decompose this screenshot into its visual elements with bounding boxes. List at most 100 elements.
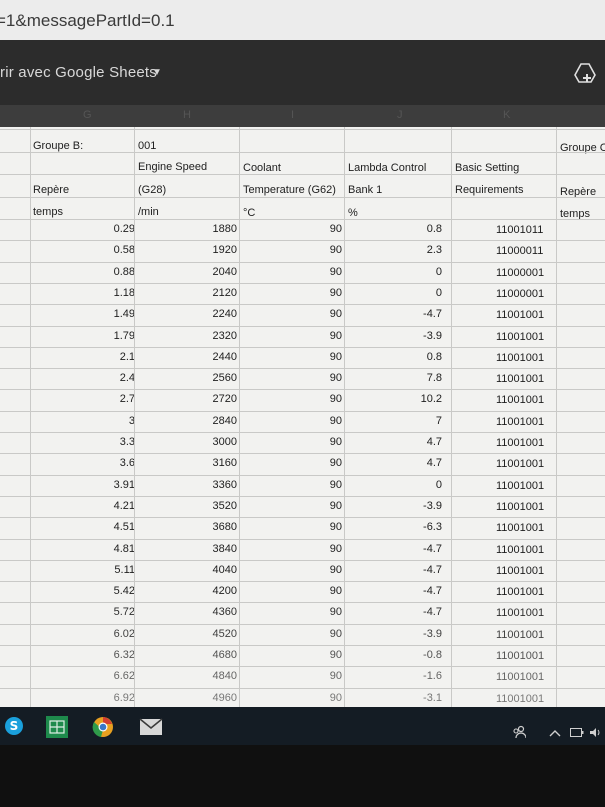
column-letter: G bbox=[83, 109, 92, 121]
column-letter: J bbox=[397, 109, 403, 121]
coolant-temp-cell: 90 bbox=[329, 350, 342, 363]
lambda-cell: -3.9 bbox=[423, 627, 442, 640]
header-coolant: Coolant bbox=[243, 162, 281, 174]
group-label: Groupe B: bbox=[33, 140, 84, 152]
lambda-cell: -4.7 bbox=[423, 308, 442, 321]
time-cell: 1.79 bbox=[113, 329, 135, 342]
engine-speed-cell: 4840 bbox=[212, 670, 237, 683]
time-cell: 2.4 bbox=[119, 372, 135, 385]
grid-line bbox=[0, 624, 605, 625]
engine-speed-cell: 3680 bbox=[212, 521, 237, 534]
coolant-temp-cell: 90 bbox=[329, 606, 342, 619]
grid-column-line bbox=[239, 127, 240, 707]
basic-setting-cell: 11001001 bbox=[496, 522, 545, 535]
header-basic-setting: Basic Setting bbox=[455, 162, 520, 174]
time-cell: 5.72 bbox=[113, 606, 135, 619]
engine-speed-cell: 2320 bbox=[212, 329, 237, 342]
lambda-cell: -4.7 bbox=[423, 563, 442, 576]
basic-setting-cell: 11001001 bbox=[496, 415, 545, 428]
basic-setting-cell: 11001001 bbox=[496, 650, 545, 662]
lambda-cell: -0.8 bbox=[423, 649, 442, 661]
basic-setting-cell: 11001001 bbox=[496, 330, 545, 343]
header-time: temps bbox=[33, 206, 63, 218]
time-cell: 1.18 bbox=[113, 286, 135, 299]
engine-speed-cell: 3520 bbox=[212, 499, 237, 512]
lambda-cell: 7.8 bbox=[426, 372, 442, 385]
lambda-cell: 10.2 bbox=[420, 393, 442, 406]
lambda-cell: 0 bbox=[435, 265, 442, 278]
grid-line bbox=[0, 304, 605, 305]
basic-setting-cell: 11001001 bbox=[496, 479, 545, 492]
time-cell: 2.1 bbox=[119, 350, 135, 363]
grid-line bbox=[0, 602, 605, 603]
add-to-drive-icon[interactable] bbox=[574, 62, 596, 84]
engine-speed-cell: 3360 bbox=[212, 478, 237, 491]
coolant-temp-cell: 90 bbox=[329, 691, 342, 704]
time-cell: 3.3 bbox=[119, 436, 135, 448]
basic-setting-cell: 11001001 bbox=[496, 543, 545, 556]
coolant-temp-cell: 90 bbox=[329, 521, 342, 534]
grid-line bbox=[0, 645, 605, 646]
time-cell: 4.51 bbox=[113, 521, 135, 534]
time-cell: 6.32 bbox=[113, 649, 135, 661]
basic-setting-cell: 11000001 bbox=[496, 266, 545, 279]
engine-speed-cell: 2240 bbox=[212, 308, 237, 321]
engine-speed-cell: 3840 bbox=[212, 542, 237, 555]
lambda-cell: -3.9 bbox=[423, 499, 442, 512]
column-header-strip: G H I J K bbox=[0, 105, 605, 127]
header-unit-percent: % bbox=[348, 207, 358, 219]
engine-speed-cell: 2720 bbox=[212, 393, 237, 406]
lambda-cell: 0.8 bbox=[426, 350, 442, 363]
chevron-down-icon[interactable]: ▼ bbox=[152, 67, 162, 78]
basic-setting-cell: 11001001 bbox=[496, 671, 545, 684]
engine-speed-cell: 2120 bbox=[212, 286, 237, 299]
engine-speed-cell: 2560 bbox=[212, 372, 237, 385]
basic-setting-cell: 11001011 bbox=[496, 224, 544, 236]
basic-setting-cell: 11001001 bbox=[496, 351, 545, 364]
lambda-cell: 2.3 bbox=[426, 244, 442, 257]
skype-icon[interactable]: S bbox=[4, 716, 24, 736]
open-with-button[interactable]: rir avec Google Sheets bbox=[0, 64, 157, 81]
group-number: 001 bbox=[138, 140, 157, 152]
coolant-temp-cell: 90 bbox=[329, 670, 342, 683]
grid-column-line bbox=[556, 127, 557, 707]
volume-icon[interactable] bbox=[589, 727, 603, 738]
address-bar[interactable]: =1&messagePartId=0.1 bbox=[0, 0, 605, 40]
time-cell: 6.92 bbox=[113, 691, 135, 704]
grid-line bbox=[0, 262, 605, 263]
basic-setting-cell: 11001001 bbox=[496, 309, 545, 322]
lambda-cell: -3.9 bbox=[423, 329, 442, 342]
lambda-cell: -4.7 bbox=[423, 542, 442, 555]
mail-icon[interactable] bbox=[139, 717, 163, 737]
grid-line bbox=[0, 389, 605, 390]
basic-setting-cell: 11000001 bbox=[496, 287, 545, 300]
time-cell: 4.81 bbox=[113, 542, 135, 555]
coolant-temp-cell: 90 bbox=[329, 265, 342, 278]
monitor-bezel bbox=[0, 745, 605, 807]
battery-icon[interactable] bbox=[570, 728, 584, 737]
basic-setting-cell: 11001001 bbox=[496, 586, 545, 599]
basic-setting-cell: 11001001 bbox=[496, 564, 545, 577]
grid-line bbox=[0, 219, 605, 220]
grid-line bbox=[0, 432, 605, 433]
coolant-temp-cell: 90 bbox=[329, 457, 342, 470]
coolant-temp-cell: 90 bbox=[329, 499, 342, 512]
sheets-icon[interactable] bbox=[46, 716, 68, 738]
header-unit-min: /min bbox=[138, 206, 159, 218]
time-cell: 6.62 bbox=[113, 670, 135, 683]
engine-speed-cell: 4520 bbox=[212, 627, 237, 640]
grid-line bbox=[0, 347, 605, 348]
chrome-icon[interactable] bbox=[92, 716, 114, 738]
lambda-cell: 7 bbox=[435, 414, 442, 427]
grid-line bbox=[0, 174, 605, 175]
people-icon[interactable] bbox=[512, 725, 526, 739]
grid-line bbox=[0, 152, 605, 153]
coolant-temp-cell: 90 bbox=[329, 393, 342, 406]
chevron-up-icon[interactable] bbox=[549, 729, 561, 737]
time-cell: 5.11 bbox=[114, 563, 135, 576]
time-cell: 0.29 bbox=[113, 223, 135, 235]
spreadsheet-grid[interactable]: Groupe B: 001 Groupe C Engine Speed Cool… bbox=[0, 127, 605, 707]
engine-speed-cell: 4360 bbox=[212, 606, 237, 619]
coolant-temp-cell: 90 bbox=[329, 414, 342, 427]
grid-column-line bbox=[451, 127, 452, 707]
